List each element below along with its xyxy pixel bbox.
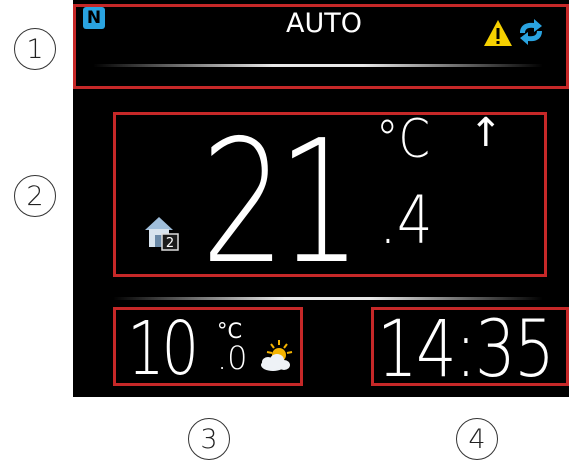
highlight-frame-3 <box>113 307 303 386</box>
thermostat-screen: N AUTO 2 21 °C ↑ .4 10 °C .0 14:35 <box>73 0 569 397</box>
callout-2: 2 <box>14 175 56 217</box>
callout-4: 4 <box>456 418 498 460</box>
highlight-frame-1 <box>73 4 569 89</box>
bottom-divider <box>113 297 543 300</box>
callout-3: 3 <box>188 418 230 460</box>
highlight-frame-4 <box>371 307 569 386</box>
highlight-frame-2 <box>113 112 547 277</box>
callout-1: 1 <box>14 28 56 70</box>
